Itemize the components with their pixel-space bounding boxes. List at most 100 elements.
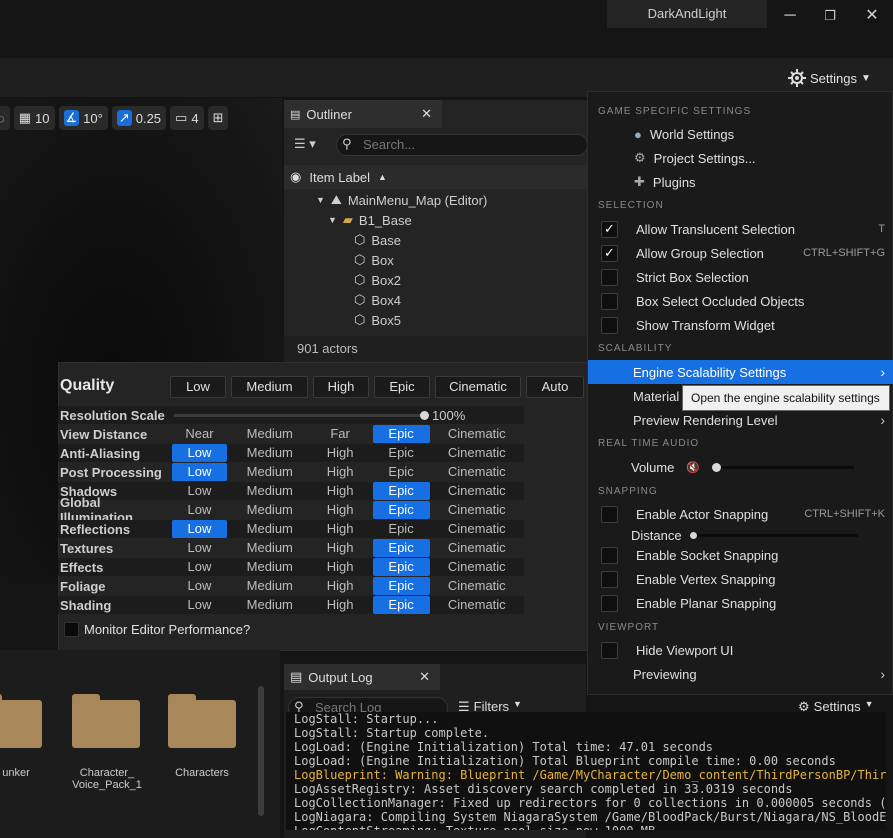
scalability-option[interactable]: Cinematic <box>435 520 519 538</box>
scalability-option[interactable]: Medium <box>232 501 308 519</box>
scalability-option[interactable]: Low <box>172 577 227 595</box>
scalability-option[interactable]: Cinematic <box>435 444 519 462</box>
scalability-option[interactable]: Cinematic <box>435 558 519 576</box>
scalability-option[interactable]: Far <box>313 425 368 443</box>
scalability-option[interactable]: Low <box>171 463 227 481</box>
preview-rendering-item[interactable]: Preview Rendering Level › <box>598 408 893 432</box>
volume-knob[interactable] <box>712 463 721 472</box>
scalability-option[interactable]: Medium <box>232 444 308 462</box>
scalability-option[interactable]: Low <box>172 482 227 500</box>
preset-medium-button[interactable]: Medium <box>231 376 308 398</box>
checkbox-checked[interactable]: ✓ <box>601 220 618 238</box>
scalability-option[interactable]: Cinematic <box>435 539 519 557</box>
rotation-snap-chip[interactable]: ∡ 10° <box>58 106 108 130</box>
distance-knob[interactable] <box>690 532 697 539</box>
scalability-option[interactable]: Low <box>171 520 227 538</box>
scalability-option[interactable]: Medium <box>232 482 308 500</box>
checkbox-unchecked[interactable] <box>601 505 618 523</box>
scalability-option[interactable]: Low <box>172 558 227 576</box>
scalability-option[interactable]: Low <box>172 596 227 614</box>
eye-icon[interactable]: ◉ <box>290 169 301 185</box>
scalability-option[interactable]: High <box>313 444 368 462</box>
tree-row[interactable]: ⬡ Box5 <box>284 310 588 330</box>
checkbox-unchecked[interactable] <box>601 570 618 588</box>
planar-snapping-item[interactable]: Enable Planar Snapping <box>598 591 893 615</box>
close-window-button[interactable]: ✕ <box>860 4 884 28</box>
scalability-option[interactable]: Medium <box>232 539 308 557</box>
hide-viewport-ui-item[interactable]: Hide Viewport UI <box>598 638 893 662</box>
scalability-option[interactable]: Epic <box>372 558 430 576</box>
tree-row[interactable]: ▼ ▰ B1_Base <box>284 210 588 230</box>
mute-icon[interactable]: 🔇 <box>686 461 700 474</box>
close-icon[interactable]: ✕ <box>419 669 430 685</box>
grid-snap-chip[interactable]: ▦ 10 <box>13 106 55 130</box>
folder-icon[interactable] <box>0 694 42 748</box>
checkbox-unchecked[interactable] <box>601 292 618 310</box>
scalability-option[interactable]: Low <box>172 539 227 557</box>
monitor-checkbox[interactable] <box>64 622 79 637</box>
distance-slider[interactable] <box>690 532 858 539</box>
scalability-option[interactable]: Epic <box>373 520 430 538</box>
filter-icon[interactable]: ☰ ▾ <box>294 136 316 152</box>
box-occluded-item[interactable]: Box Select Occluded Objects <box>598 289 893 313</box>
scalability-option[interactable]: High <box>313 539 368 557</box>
previewing-item[interactable]: Previewing › <box>598 662 893 686</box>
tree-row[interactable]: ⬡ Box4 <box>284 290 588 310</box>
resolution-knob[interactable] <box>420 411 429 420</box>
preset-cinematic-button[interactable]: Cinematic <box>435 376 521 398</box>
volume-slider[interactable] <box>712 463 854 472</box>
scalability-option[interactable]: High <box>313 520 368 538</box>
camera-speed-chip[interactable]: ▭ 4 <box>170 106 204 130</box>
scalability-option[interactable]: Epic <box>372 425 430 443</box>
settings-button[interactable]: Settings ▼ <box>788 66 871 90</box>
outliner-search-input[interactable]: Search... <box>336 134 588 156</box>
socket-snapping-item[interactable]: Enable Socket Snapping <box>598 543 893 567</box>
tree-row[interactable]: ▼ ⛰ MainMenu_Map (Editor) <box>284 190 588 210</box>
maximize-button[interactable]: ❐ <box>818 4 842 28</box>
scalability-option[interactable]: High <box>313 596 368 614</box>
scalability-option[interactable]: Medium <box>232 596 308 614</box>
scalability-option[interactable]: Cinematic <box>435 501 519 519</box>
scalability-option[interactable]: High <box>313 577 368 595</box>
output-log-tab[interactable]: ▤ Output Log ✕ <box>284 664 440 690</box>
scalability-option[interactable]: Medium <box>232 463 308 481</box>
scalability-option[interactable]: Medium <box>232 577 308 595</box>
allow-group-item[interactable]: ✓ Allow Group Selection CTRL+SHIFT+G <box>598 241 893 265</box>
scalability-option[interactable]: Epic <box>372 482 430 500</box>
vertex-snapping-item[interactable]: Enable Vertex Snapping <box>598 567 893 591</box>
resolution-slider[interactable] <box>174 406 429 424</box>
show-transform-item[interactable]: Show Transform Widget <box>598 313 893 337</box>
checkbox-unchecked[interactable] <box>601 316 618 334</box>
outliner-column-header[interactable]: ◉ Item Label ▲ <box>284 165 588 189</box>
scalability-option[interactable]: Low <box>171 444 227 462</box>
close-icon[interactable]: ✕ <box>421 106 432 122</box>
scale-snap-chip[interactable]: ↗ 0.25 <box>111 106 167 130</box>
strict-box-item[interactable]: Strict Box Selection <box>598 265 893 289</box>
preset-epic-button[interactable]: Epic <box>374 376 430 398</box>
world-settings-item[interactable]: ● World Settings <box>598 122 893 146</box>
scalability-option[interactable]: High <box>313 482 368 500</box>
scalability-option[interactable]: Epic <box>373 463 430 481</box>
preset-auto-button[interactable]: Auto <box>526 376 584 398</box>
scalability-option[interactable]: Near <box>172 425 227 443</box>
tree-row[interactable]: ⬡ Base <box>284 230 588 250</box>
checkbox-checked[interactable]: ✓ <box>601 244 618 262</box>
folder-icon[interactable] <box>72 694 140 748</box>
scalability-option[interactable]: Cinematic <box>435 425 519 443</box>
layout-chip[interactable]: ⊞ <box>207 106 229 130</box>
scalability-option[interactable]: Cinematic <box>435 463 519 481</box>
project-tab[interactable]: DarkAndLight <box>607 0 767 28</box>
project-settings-item[interactable]: ⚙ Project Settings... <box>598 146 893 170</box>
scalability-option[interactable]: Epic <box>372 596 430 614</box>
scalability-option[interactable]: Cinematic <box>435 482 519 500</box>
scalability-option[interactable]: Medium <box>232 520 308 538</box>
scalability-option[interactable]: High <box>313 501 368 519</box>
checkbox-unchecked[interactable] <box>601 268 618 286</box>
scalability-option[interactable]: Epic <box>372 539 430 557</box>
engine-scalability-item[interactable]: Engine Scalability Settings › <box>588 360 893 384</box>
scalability-option[interactable]: High <box>313 558 368 576</box>
scalability-option[interactable]: High <box>313 463 368 481</box>
scalability-option[interactable]: Cinematic <box>435 577 519 595</box>
content-scrollbar[interactable] <box>258 686 264 816</box>
checkbox-unchecked[interactable] <box>601 594 618 612</box>
